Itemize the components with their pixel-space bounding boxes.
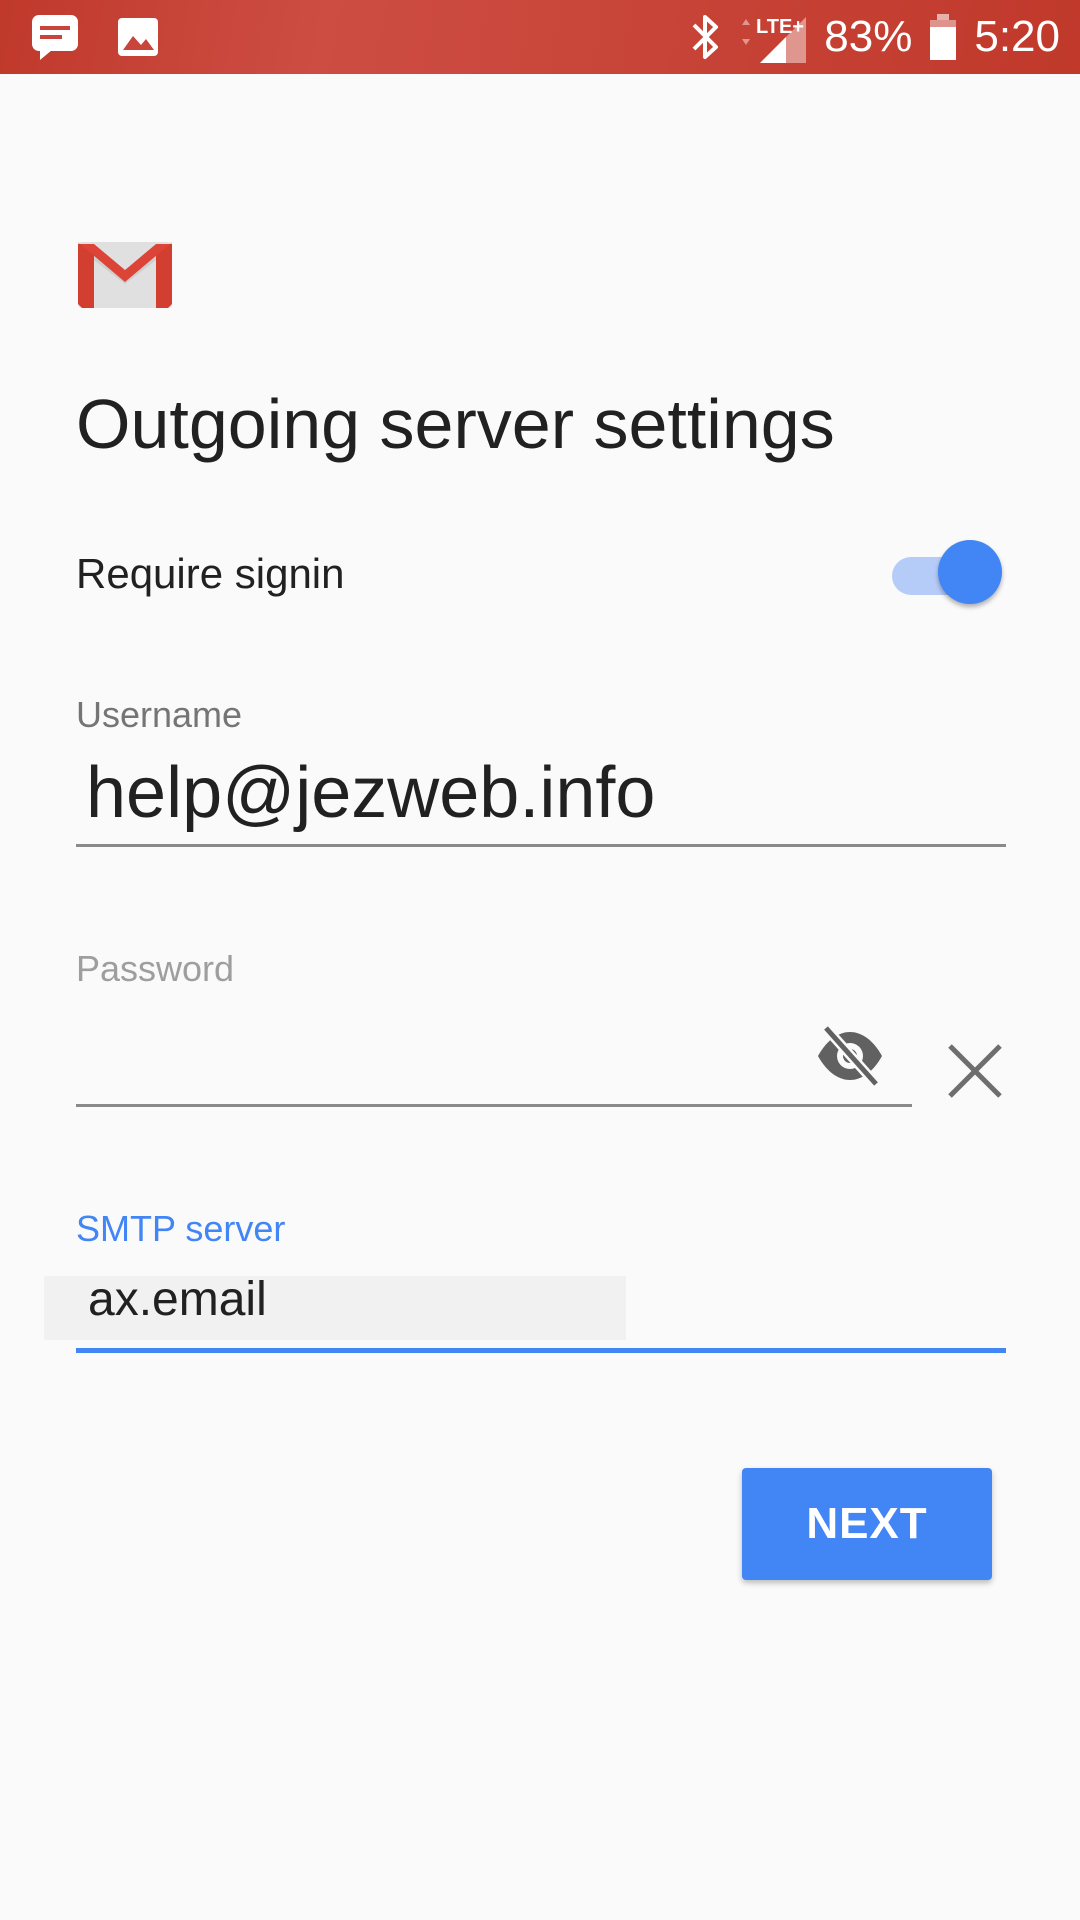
toggle-thumb: [938, 540, 1002, 604]
battery-icon: [930, 14, 957, 60]
clock: 5:20: [974, 12, 1060, 61]
close-icon[interactable]: [944, 1040, 1006, 1102]
password-label: Password: [76, 948, 235, 989]
require-signin-toggle[interactable]: [888, 540, 1002, 610]
status-bar-notifications: [30, 12, 164, 62]
username-field[interactable]: help@jezweb.info: [86, 752, 655, 834]
password-field[interactable]: [76, 1020, 800, 1102]
require-signin-row: Require signin: [76, 540, 1002, 610]
lte-signal-icon: LTE+: [742, 16, 807, 63]
smtp-server-field[interactable]: ax.email: [88, 1272, 267, 1327]
page-title: Outgoing server settings: [76, 385, 835, 463]
bluetooth-icon: [692, 15, 719, 59]
username-underline: [76, 844, 1006, 847]
chat-notification-icon: [32, 15, 78, 60]
battery-percentage: 83%: [824, 12, 913, 61]
svg-text:LTE+: LTE+: [756, 16, 804, 38]
smtp-server-underline: [76, 1348, 1006, 1353]
password-underline: [76, 1104, 912, 1107]
image-notification-icon: [118, 18, 158, 56]
require-signin-label: Require signin: [76, 550, 345, 597]
smtp-server-label: SMTP server: [76, 1208, 286, 1249]
next-button[interactable]: NEXT: [742, 1468, 992, 1580]
username-label: Username: [76, 694, 243, 735]
status-bar-system: LTE+ 83% 5:20: [688, 0, 1060, 74]
status-bar: LTE+ 83% 5:20: [0, 0, 1080, 74]
eye-off-icon[interactable]: [814, 1024, 886, 1088]
gmail-logo: [78, 242, 172, 308]
